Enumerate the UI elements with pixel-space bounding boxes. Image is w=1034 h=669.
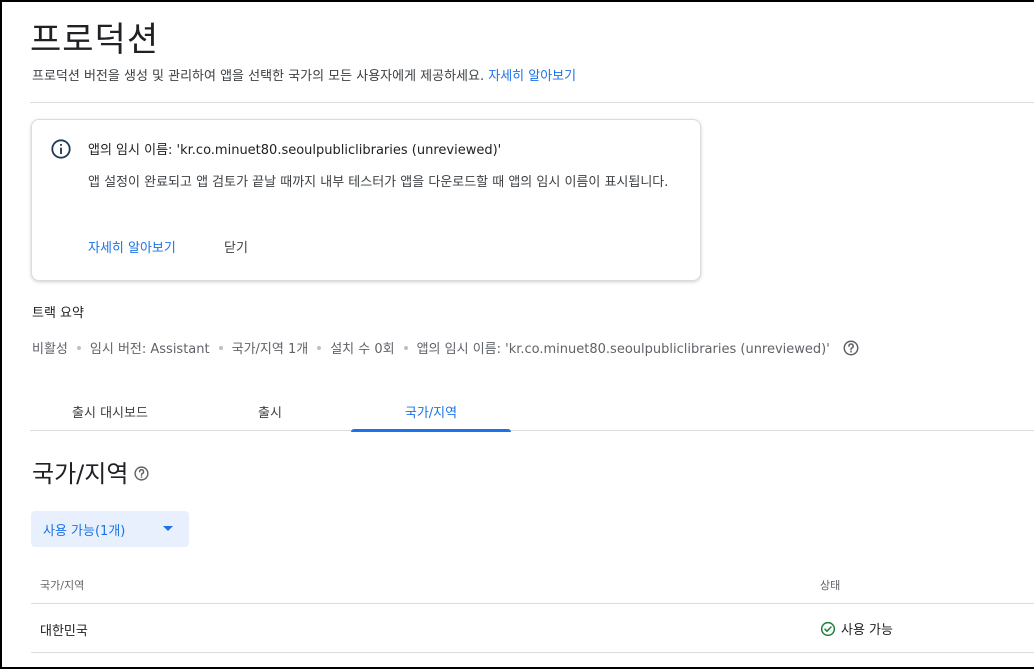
header-divider <box>30 102 1034 103</box>
separator-dot <box>76 345 81 350</box>
country-name: 대한민국 <box>40 624 88 639</box>
countries-heading-text: 국가/지역 <box>32 460 129 488</box>
separator-dot <box>403 345 408 350</box>
separator-dot <box>218 345 223 350</box>
column-header-status[interactable]: 상태 <box>820 577 840 593</box>
summary-installs: 설치 수 0회 <box>330 342 395 357</box>
check-circle-icon <box>820 621 836 636</box>
learn-more-link[interactable]: 자세히 알아보기 <box>488 69 576 84</box>
page-subtitle: 프로덕션 버전을 생성 및 관리하여 앱을 선택한 국가의 모든 사용자에게 제… <box>32 65 576 84</box>
status-cell: 사용 가능 <box>820 619 893 638</box>
countries-heading: 국가/지역 <box>32 454 150 489</box>
tab-bar: 출시 대시보드 출시 국가/지역 <box>30 392 1034 432</box>
help-icon[interactable] <box>133 465 150 482</box>
summary-countries: 국가/지역 1개 <box>231 342 309 357</box>
notice-learn-more-link[interactable]: 자세히 알아보기 <box>88 237 176 256</box>
table-row[interactable]: 대한민국 사용 가능 <box>31 604 1034 653</box>
app-frame: 프로덕션 프로덕션 버전을 생성 및 관리하여 앱을 선택한 국가의 모든 사용… <box>0 0 1034 669</box>
table-header: 국가/지역 상태 <box>31 560 1034 604</box>
temporary-name-notice: 앱의 임시 이름: 'kr.co.minuet80.seoulpubliclib… <box>31 119 701 281</box>
column-header-country[interactable]: 국가/지역 <box>40 577 84 593</box>
notice-body: 앱 설정이 완료되고 앱 검토가 끝날 때까지 내부 테스터가 앱을 다운로드할… <box>88 175 669 190</box>
page-title: 프로덕션 <box>30 20 160 60</box>
chevron-down-icon <box>163 526 173 531</box>
info-icon <box>51 139 71 159</box>
subtitle-text: 프로덕션 버전을 생성 및 관리하여 앱을 선택한 국가의 모든 사용자에게 제… <box>32 69 485 84</box>
notice-dismiss-button[interactable]: 닫기 <box>224 237 248 256</box>
tab-release-dashboard[interactable]: 출시 대시보드 <box>30 392 190 430</box>
track-summary: 비활성 임시 버전: Assistant 국가/지역 1개 설치 수 0회 앱의… <box>32 338 860 357</box>
countries-table: 국가/지역 상태 대한민국 사용 가능 <box>31 560 1034 653</box>
separator-dot <box>317 345 322 350</box>
tab-countries[interactable]: 국가/지역 <box>351 392 511 432</box>
summary-version: 임시 버전: Assistant <box>89 342 210 357</box>
summary-temp-name: 앱의 임시 이름: 'kr.co.minuet80.seoulpubliclib… <box>416 342 830 357</box>
status-text: 사용 가능 <box>841 623 893 638</box>
availability-filter-dropdown[interactable]: 사용 가능(1개) <box>31 511 189 547</box>
track-summary-label: 트랙 요약 <box>32 306 84 321</box>
help-icon[interactable] <box>842 339 860 357</box>
filter-label: 사용 가능(1개) <box>43 523 126 539</box>
notice-title: 앱의 임시 이름: 'kr.co.minuet80.seoulpubliclib… <box>88 143 502 158</box>
tab-releases[interactable]: 출시 <box>190 392 350 430</box>
summary-status: 비활성 <box>32 342 68 357</box>
